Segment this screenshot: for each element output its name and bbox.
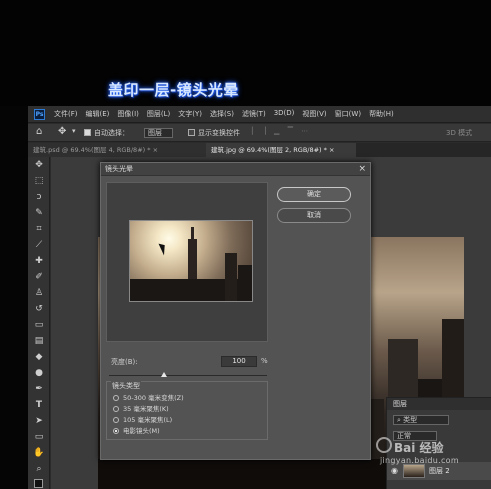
dialog-title: 镜头光晕 xyxy=(101,163,370,176)
brightness-slider-track[interactable] xyxy=(109,375,267,376)
watermark-text: Bai 经验 xyxy=(394,441,444,455)
lens-type-label: 镜头类型 xyxy=(111,381,141,391)
menu-type[interactable]: 文字(Y) xyxy=(178,109,202,119)
tab-building-psd[interactable]: 建筑.psd @ 69.4%(图层 4, RGB/8#) * × xyxy=(28,143,206,157)
menu-file[interactable]: 文件(F) xyxy=(54,109,78,119)
tutorial-caption: 盖印一层-镜头光晕 xyxy=(108,81,239,99)
layers-panel-title: 图层 xyxy=(387,398,491,410)
building-shape xyxy=(238,265,252,301)
brightness-slider-thumb[interactable] xyxy=(161,372,167,377)
stamp-tool-icon[interactable]: ♙ xyxy=(32,287,46,299)
lens-option-label: 105 毫米聚焦(L) xyxy=(123,416,173,424)
preview-area xyxy=(106,182,268,342)
lens-option-35[interactable]: 35 毫米聚焦(K) xyxy=(113,403,169,413)
history-brush-icon[interactable]: ↺ xyxy=(32,303,46,315)
flare-preview-image[interactable] xyxy=(129,220,253,302)
layer-filter-dropdown[interactable]: ⌕ 类型 xyxy=(393,415,449,425)
close-icon[interactable]: × xyxy=(329,146,334,154)
tab-label: 建筑.psd @ 69.4%(图层 4, RGB/8#) * xyxy=(33,146,151,154)
menu-bar: Ps 文件(F) 编辑(E) 图像(I) 图层(L) 文字(Y) 选择(S) 滤… xyxy=(28,106,491,123)
dodge-tool-icon[interactable]: ● xyxy=(32,367,46,379)
tutorial-caption-area: 盖印一层-镜头光晕 xyxy=(0,0,491,106)
show-transform-label: 显示变换控件 xyxy=(198,129,240,137)
marquee-tool-icon[interactable]: ⬚ xyxy=(32,175,46,187)
auto-select-label: 自动选择： xyxy=(94,129,129,137)
lens-flare-dialog: 镜头光晕 × 确定 取消 亮度(B): 100 % 镜头类型 50-300 毫米… xyxy=(100,162,371,460)
lens-option-label: 35 毫米聚焦(K) xyxy=(123,405,169,413)
type-tool-icon[interactable]: T xyxy=(32,399,46,411)
lens-option-label: 50-300 毫米变焦(Z) xyxy=(123,394,184,402)
photoshop-logo-icon: Ps xyxy=(34,109,45,120)
eraser-tool-icon[interactable]: ▭ xyxy=(32,319,46,331)
menu-filter[interactable]: 滤镜(T) xyxy=(242,109,266,119)
ok-button[interactable]: 确定 xyxy=(277,187,351,202)
menu-layer[interactable]: 图层(L) xyxy=(147,109,170,119)
menu-image[interactable]: 图像(I) xyxy=(117,109,139,119)
move-tool-icon[interactable]: ✥ xyxy=(32,159,46,171)
crop-tool-icon[interactable]: ⌗ xyxy=(32,223,46,235)
layer-name: 图层 2 xyxy=(429,467,450,475)
cursor-icon xyxy=(158,241,169,256)
lasso-tool-icon[interactable]: ↄ xyxy=(32,191,46,203)
brightness-unit: % xyxy=(261,357,268,365)
auto-select-dropdown[interactable]: 图层 xyxy=(144,128,173,138)
eyedropper-tool-icon[interactable]: ⟋ xyxy=(32,239,46,251)
menu-view[interactable]: 视图(V) xyxy=(302,109,326,119)
brightness-label: 亮度(B): xyxy=(111,358,138,366)
tab-building-jpg[interactable]: 建筑.jpg @ 69.4%(图层 2, RGB/8#) * × xyxy=(206,143,356,157)
building-shape xyxy=(225,253,237,301)
tab-label: 建筑.jpg @ 69.4%(图层 2, RGB/8#) * xyxy=(211,146,327,154)
menu-edit[interactable]: 编辑(E) xyxy=(86,109,110,119)
quick-select-tool-icon[interactable]: ✎ xyxy=(32,207,46,219)
close-icon[interactable]: × xyxy=(358,163,366,176)
path-select-icon[interactable]: ➤ xyxy=(32,415,46,427)
menu-items: 文件(F) 编辑(E) 图像(I) 图层(L) 文字(Y) 选择(S) 滤镜(T… xyxy=(54,109,394,119)
chevron-down-icon[interactable]: ▾ xyxy=(72,127,76,135)
close-icon[interactable]: × xyxy=(153,146,158,154)
pen-tool-icon[interactable]: ✒ xyxy=(32,383,46,395)
align-icons[interactable]: ▏▕ ▁ ▔ ⋯ xyxy=(252,127,311,135)
tools-panel: ✥ ⬚ ↄ ✎ ⌗ ⟋ ✚ ✐ ♙ ↺ ▭ ▤ ◆ ● ✒ T ➤ ▭ ✋ ⌕ xyxy=(28,157,50,489)
brightness-input[interactable]: 100 xyxy=(221,356,257,367)
foreground-color-swatch[interactable] xyxy=(34,479,43,488)
eye-icon[interactable]: ◉ xyxy=(391,466,398,475)
move-tool-icon[interactable]: ✥ xyxy=(58,126,66,137)
lens-option-label: 电影镜头(M) xyxy=(123,427,160,435)
lens-option-105[interactable]: 105 毫米聚焦(L) xyxy=(113,414,172,424)
menu-select[interactable]: 选择(S) xyxy=(210,109,234,119)
layer-filter-label: 类型 xyxy=(403,416,418,424)
lens-option-movie-prime[interactable]: 电影镜头(M) xyxy=(113,425,160,435)
photoshop-window: Ps 文件(F) 编辑(E) 图像(I) 图层(L) 文字(Y) 选择(S) 滤… xyxy=(28,106,491,489)
lens-option-50-300[interactable]: 50-300 毫米变焦(Z) xyxy=(113,392,184,402)
healing-brush-icon[interactable]: ✚ xyxy=(32,255,46,267)
menu-help[interactable]: 帮助(H) xyxy=(369,109,394,119)
brush-tool-icon[interactable]: ✐ xyxy=(32,271,46,283)
watermark-url: jingyan.baidu.com xyxy=(380,456,459,465)
shape-tool-icon[interactable]: ▭ xyxy=(32,431,46,443)
hand-tool-icon[interactable]: ✋ xyxy=(32,447,46,459)
options-bar: ⌂ ✥ ▾ 自动选择： 图层 显示变换控件 ▏▕ ▁ ▔ ⋯ 3D 模式 xyxy=(28,124,491,142)
menu-3d[interactable]: 3D(D) xyxy=(274,109,295,119)
menu-window[interactable]: 窗口(W) xyxy=(335,109,361,119)
layer-thumbnail xyxy=(403,464,425,478)
baidu-paw-logo-icon xyxy=(376,437,392,453)
3d-mode-label: 3D 模式 xyxy=(446,129,473,137)
blur-tool-icon[interactable]: ◆ xyxy=(32,351,46,363)
brightness-row: 亮度(B): 100 % xyxy=(111,356,281,369)
document-tabs: 建筑.psd @ 69.4%(图层 4, RGB/8#) * × 建筑.jpg … xyxy=(28,143,491,157)
show-transform-checkbox[interactable]: 显示变换控件 xyxy=(188,128,240,138)
auto-select-checkbox[interactable]: 自动选择： xyxy=(84,128,129,138)
cancel-button[interactable]: 取消 xyxy=(277,208,351,223)
home-icon[interactable]: ⌂ xyxy=(36,126,42,137)
lens-type-group: 镜头类型 50-300 毫米变焦(Z) 35 毫米聚焦(K) 105 毫米聚焦(… xyxy=(106,381,268,440)
zoom-tool-icon[interactable]: ⌕ xyxy=(32,463,46,475)
gradient-tool-icon[interactable]: ▤ xyxy=(32,335,46,347)
